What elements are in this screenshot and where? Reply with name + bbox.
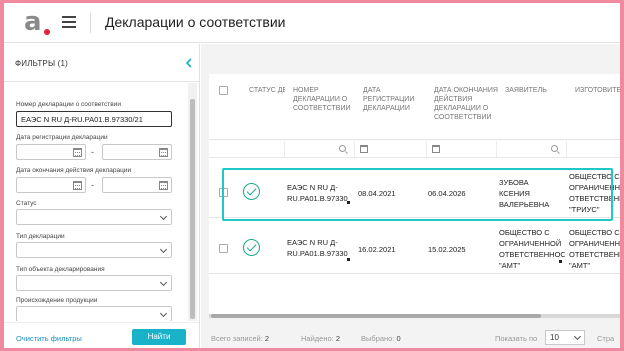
page-size-select[interactable]: 10 bbox=[545, 330, 585, 345]
reg-date-label: Дата регистрации декларации bbox=[16, 134, 108, 141]
filters-title: ФИЛЬТРЫ (1) bbox=[15, 59, 69, 68]
filters-sidebar: ФИЛЬТРЫ (1) Номер декларации о соответст… bbox=[4, 44, 200, 348]
column-filter-row bbox=[209, 141, 620, 158]
decl-number-label: Номер декларации о соответствии bbox=[16, 101, 121, 108]
calendar-icon[interactable] bbox=[159, 148, 168, 157]
decl-type-label: Тип декларации bbox=[16, 233, 65, 240]
column-header-manufacturer[interactable]: ИЗГОТОВИТЕЛЬ bbox=[575, 86, 620, 95]
table-row[interactable]: ЕАЭС N RU Д- RU.PA01.В.97330 08.04.2021 … bbox=[209, 168, 620, 218]
origin-label: Происхождение продукции bbox=[16, 297, 98, 304]
filter-cell-manufacturer[interactable] bbox=[567, 141, 620, 158]
calendar-icon[interactable] bbox=[73, 148, 82, 157]
chevron-down-icon bbox=[159, 245, 168, 254]
app-window: a Декларации о соответствии ФИЛЬТРЫ (1) … bbox=[4, 3, 620, 348]
column-header-number[interactable]: НОМЕР ДЕКЛАРАЦИИ О СООТВЕТСТВИИ bbox=[293, 86, 361, 113]
end-date-to-input[interactable] bbox=[102, 177, 172, 193]
chevron-down-icon bbox=[573, 332, 582, 341]
calendar-icon[interactable] bbox=[73, 181, 82, 190]
header-divider bbox=[90, 13, 91, 33]
end-date-label: Дата окончания действия декларации bbox=[16, 167, 132, 174]
check-circle-icon bbox=[243, 183, 260, 200]
table-horizontal-scrollbar[interactable] bbox=[209, 314, 620, 318]
calendar-icon[interactable] bbox=[432, 145, 440, 153]
filters-panel: Номер декларации о соответствии ЕАЭС N R… bbox=[4, 83, 199, 321]
text-cursor-mark bbox=[347, 258, 350, 261]
find-button[interactable]: Найти bbox=[132, 329, 186, 345]
sidebar-scrollbar-thumb[interactable] bbox=[190, 99, 195, 319]
search-icon[interactable] bbox=[339, 145, 346, 152]
select-all-checkbox[interactable] bbox=[219, 86, 228, 95]
filter-cell-status bbox=[209, 141, 285, 158]
cell-applicant: ЗУБОВА КСЕНИЯ ВАЛЕРЬЕВНА bbox=[499, 178, 550, 209]
object-type-label: Тип объекта декларирования bbox=[16, 266, 105, 273]
row-checkbox[interactable] bbox=[219, 244, 228, 253]
text-cursor-mark bbox=[559, 260, 562, 263]
column-header-applicant[interactable]: ЗАЯВИТЕЛЬ bbox=[505, 86, 565, 95]
filters-footer: Очистить фильтры Найти bbox=[4, 322, 199, 348]
table-row[interactable]: ЕАЭС N RU Д- RU.PA01.В.97330 16.02.2021 … bbox=[209, 224, 620, 274]
calendar-icon[interactable] bbox=[159, 181, 168, 190]
decl-type-select[interactable] bbox=[16, 242, 172, 258]
filter-cell-number[interactable] bbox=[285, 141, 355, 158]
cell-reg-date: 08.04.2021 bbox=[358, 189, 396, 198]
chevron-down-icon bbox=[159, 212, 168, 221]
total-records: Всего записей: 2 bbox=[211, 334, 270, 343]
date-range-separator: - bbox=[91, 147, 94, 157]
cell-manufacturer: ОБЩЕСТВО С ОГРАНИЧЕННОЙ ОТВЕТСТВЕННОСТЬЮ… bbox=[569, 228, 620, 270]
reg-date-from-input[interactable] bbox=[16, 144, 86, 160]
filter-cell-end-date[interactable] bbox=[427, 141, 497, 158]
table-header: СТАТУС ДЕКЛАРАЦИИ НОМЕР ДЕКЛАРАЦИИ О СОО… bbox=[209, 74, 620, 140]
text-cursor-mark bbox=[347, 201, 350, 204]
status-label: Статус bbox=[16, 200, 37, 207]
column-header-end-date[interactable]: ДАТА ОКОНЧАНИЯ ДЕЙСТВИЯ ДЕКЛАРАЦИИ О СОО… bbox=[434, 86, 500, 122]
origin-select[interactable] bbox=[16, 306, 172, 321]
brand-logo-dot bbox=[44, 29, 50, 35]
date-range-separator: - bbox=[91, 180, 94, 190]
filters-header: ФИЛЬТРЫ (1) bbox=[4, 44, 199, 82]
status-select[interactable] bbox=[16, 209, 172, 225]
page-title: Декларации о соответствии bbox=[105, 14, 286, 30]
selected-records: Выбрано: 0 bbox=[361, 334, 401, 343]
pages-label: Стра bbox=[597, 334, 615, 343]
calendar-icon[interactable] bbox=[360, 145, 368, 153]
chevron-down-icon bbox=[159, 309, 168, 318]
row-checkbox[interactable] bbox=[219, 188, 228, 197]
filter-cell-applicant[interactable] bbox=[497, 141, 567, 158]
cell-number[interactable]: ЕАЭС N RU Д- RU.PA01.В.97330 bbox=[287, 182, 355, 204]
clear-filters-link[interactable]: Очистить фильтры bbox=[16, 334, 82, 343]
reg-date-to-input[interactable] bbox=[102, 144, 172, 160]
object-type-select[interactable] bbox=[16, 275, 172, 291]
search-icon[interactable] bbox=[551, 145, 558, 152]
table-footer: Всего записей: 2 Найдено: 2 Выбрано: 0 П… bbox=[209, 328, 620, 348]
chevron-down-icon bbox=[159, 278, 168, 287]
menu-icon[interactable] bbox=[62, 16, 76, 28]
column-header-status[interactable]: СТАТУС ДЕКЛАРАЦИИ bbox=[249, 86, 285, 95]
per-page-label: Показать по bbox=[495, 334, 538, 343]
found-records: Найдено: 2 bbox=[301, 334, 340, 343]
top-header: a Декларации о соответствии bbox=[4, 3, 620, 43]
decl-number-input[interactable]: ЕАЭС N RU Д-RU.PA01.В.97330/21 bbox=[16, 111, 172, 127]
main-content: СТАТУС ДЕКЛАРАЦИИ НОМЕР ДЕКЛАРАЦИИ О СОО… bbox=[201, 44, 620, 348]
table-scrollbar-thumb[interactable] bbox=[211, 314, 541, 318]
chevron-left-icon[interactable] bbox=[184, 56, 194, 70]
filter-cell-reg-date[interactable] bbox=[355, 141, 427, 158]
cell-end-date: 06.04.2026 bbox=[428, 189, 466, 198]
declarations-table: СТАТУС ДЕКЛАРАЦИИ НОМЕР ДЕКЛАРАЦИИ О СОО… bbox=[209, 74, 620, 317]
column-header-reg-date[interactable]: ДАТА РЕГИСТРАЦИИ ДЕКЛАРАЦИИ bbox=[363, 86, 425, 113]
cell-manufacturer: ОБЩЕСТВО С ОГРАНИЧЕННОЙ ОТВЕТСТВЕННОСТЬЮ… bbox=[569, 172, 620, 214]
cell-applicant: ОБЩЕСТВО С ОГРАНИЧЕННОЙ ОТВЕТСТВЕННОСТЬЮ… bbox=[499, 228, 565, 270]
check-circle-icon bbox=[243, 239, 260, 256]
cell-reg-date: 16.02.2021 bbox=[358, 245, 396, 254]
end-date-from-input[interactable] bbox=[16, 177, 86, 193]
brand-logo[interactable]: a bbox=[24, 9, 46, 35]
cell-number[interactable]: ЕАЭС N RU Д- RU.PA01.В.97330 bbox=[287, 237, 355, 259]
cell-end-date: 15.02.2025 bbox=[428, 245, 466, 254]
